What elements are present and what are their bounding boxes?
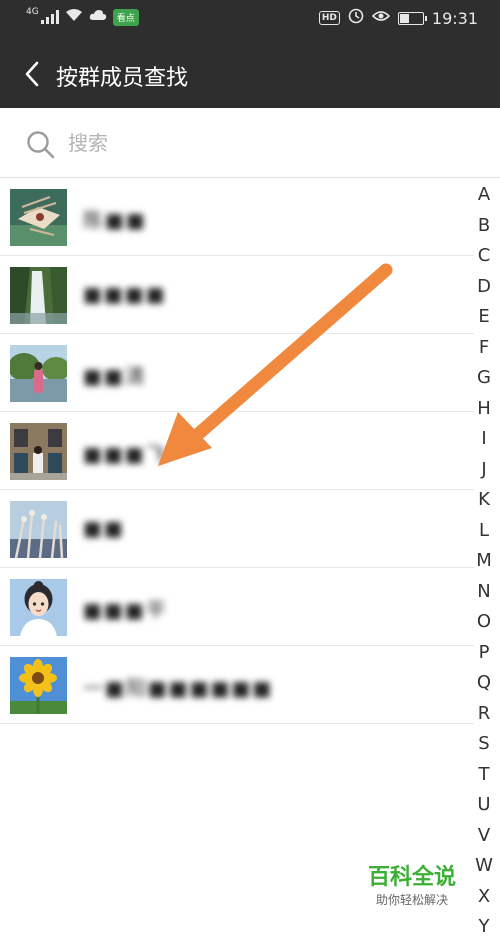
index-letter[interactable]: A bbox=[472, 180, 496, 211]
index-letter[interactable]: C bbox=[472, 241, 496, 272]
eye-icon bbox=[371, 9, 391, 27]
member-name: ■■清 bbox=[83, 364, 147, 388]
index-letter[interactable]: X bbox=[472, 882, 496, 913]
status-right: HD 19:31 bbox=[318, 8, 478, 28]
wifi-icon bbox=[65, 8, 83, 26]
member-row[interactable]: ■■清 bbox=[0, 334, 474, 412]
member-name: ■■■■ bbox=[83, 282, 167, 306]
search-icon bbox=[26, 130, 56, 164]
network-type: 4G bbox=[26, 7, 39, 17]
member-name: ■■ bbox=[83, 516, 125, 540]
avatar-cartoon-girl bbox=[10, 579, 67, 636]
index-letter[interactable]: R bbox=[472, 699, 496, 730]
index-letter[interactable]: D bbox=[472, 272, 496, 303]
page-title: 按群成员查找 bbox=[56, 66, 189, 91]
back-button[interactable] bbox=[12, 54, 52, 94]
hd-badge: HD bbox=[318, 11, 340, 25]
index-letter[interactable]: H bbox=[472, 394, 496, 425]
avatar-building-person bbox=[10, 423, 67, 480]
index-letter[interactable]: W bbox=[472, 851, 496, 882]
member-row[interactable]: ■■ bbox=[0, 490, 474, 568]
index-letter[interactable]: Y bbox=[472, 912, 496, 939]
alphabet-index[interactable]: ABCDEFGHIJKLMNOPQRSTUVWXY bbox=[472, 180, 496, 939]
member-name: 一■阳■■■■■■ bbox=[83, 676, 274, 700]
app-badge: 看点 bbox=[112, 8, 139, 26]
watermark-logo: 百科全说 助你轻松解决 bbox=[360, 864, 464, 908]
index-letter[interactable]: O bbox=[472, 607, 496, 638]
index-letter[interactable]: M bbox=[472, 546, 496, 577]
search-input[interactable] bbox=[68, 126, 448, 160]
index-letter[interactable]: L bbox=[472, 516, 496, 547]
member-row[interactable]: ■■■平 bbox=[0, 568, 474, 646]
clock: 19:31 bbox=[431, 8, 478, 28]
index-letter[interactable]: F bbox=[472, 333, 496, 364]
search-bar bbox=[0, 108, 500, 178]
index-letter[interactable]: E bbox=[472, 302, 496, 333]
index-letter[interactable]: I bbox=[472, 424, 496, 455]
index-letter[interactable]: U bbox=[472, 790, 496, 821]
index-letter[interactable]: J bbox=[472, 455, 496, 486]
index-letter[interactable]: S bbox=[472, 729, 496, 760]
member-row[interactable]: 陈■■ bbox=[0, 178, 474, 256]
avatar-waterfall bbox=[10, 267, 67, 324]
index-letter[interactable]: G bbox=[472, 363, 496, 394]
member-name: ■■■平 bbox=[83, 598, 168, 622]
cloud-icon bbox=[89, 9, 107, 25]
index-letter[interactable]: P bbox=[472, 638, 496, 669]
watermark-title: 百科全说 bbox=[367, 865, 456, 890]
index-letter[interactable]: N bbox=[472, 577, 496, 608]
avatar-sunflower bbox=[10, 657, 67, 714]
avatar-lakeside-person bbox=[10, 345, 67, 402]
index-letter[interactable]: B bbox=[472, 211, 496, 242]
member-row[interactable]: 一■阳■■■■■■ bbox=[0, 646, 474, 724]
member-row[interactable]: ■■■飞 bbox=[0, 412, 474, 490]
index-letter[interactable]: Q bbox=[472, 668, 496, 699]
index-letter[interactable]: K bbox=[472, 485, 496, 516]
member-name: ■■■飞 bbox=[83, 442, 168, 466]
data-saver-icon bbox=[348, 8, 364, 28]
avatar-lionfish bbox=[10, 189, 67, 246]
battery-icon bbox=[397, 11, 427, 25]
watermark-subtitle: 助你轻松解决 bbox=[375, 893, 448, 907]
title-bar: 按群成员查找 bbox=[0, 40, 500, 108]
chevron-left-icon bbox=[25, 61, 39, 87]
member-name: 陈■■ bbox=[83, 208, 147, 232]
avatar-reeds bbox=[10, 501, 67, 558]
member-list: 陈■■ ■■■■ ■■清 ■■■飞 ■■ ■■■平 一■阳■■■■■■ bbox=[0, 178, 474, 724]
index-letter[interactable]: T bbox=[472, 760, 496, 791]
status-left: 4G 看点 bbox=[26, 8, 139, 26]
status-bar: 4G 看点 HD 19:31 bbox=[0, 0, 500, 40]
signal-icon bbox=[40, 10, 59, 24]
member-row[interactable]: ■■■■ bbox=[0, 256, 474, 334]
index-letter[interactable]: V bbox=[472, 821, 496, 852]
